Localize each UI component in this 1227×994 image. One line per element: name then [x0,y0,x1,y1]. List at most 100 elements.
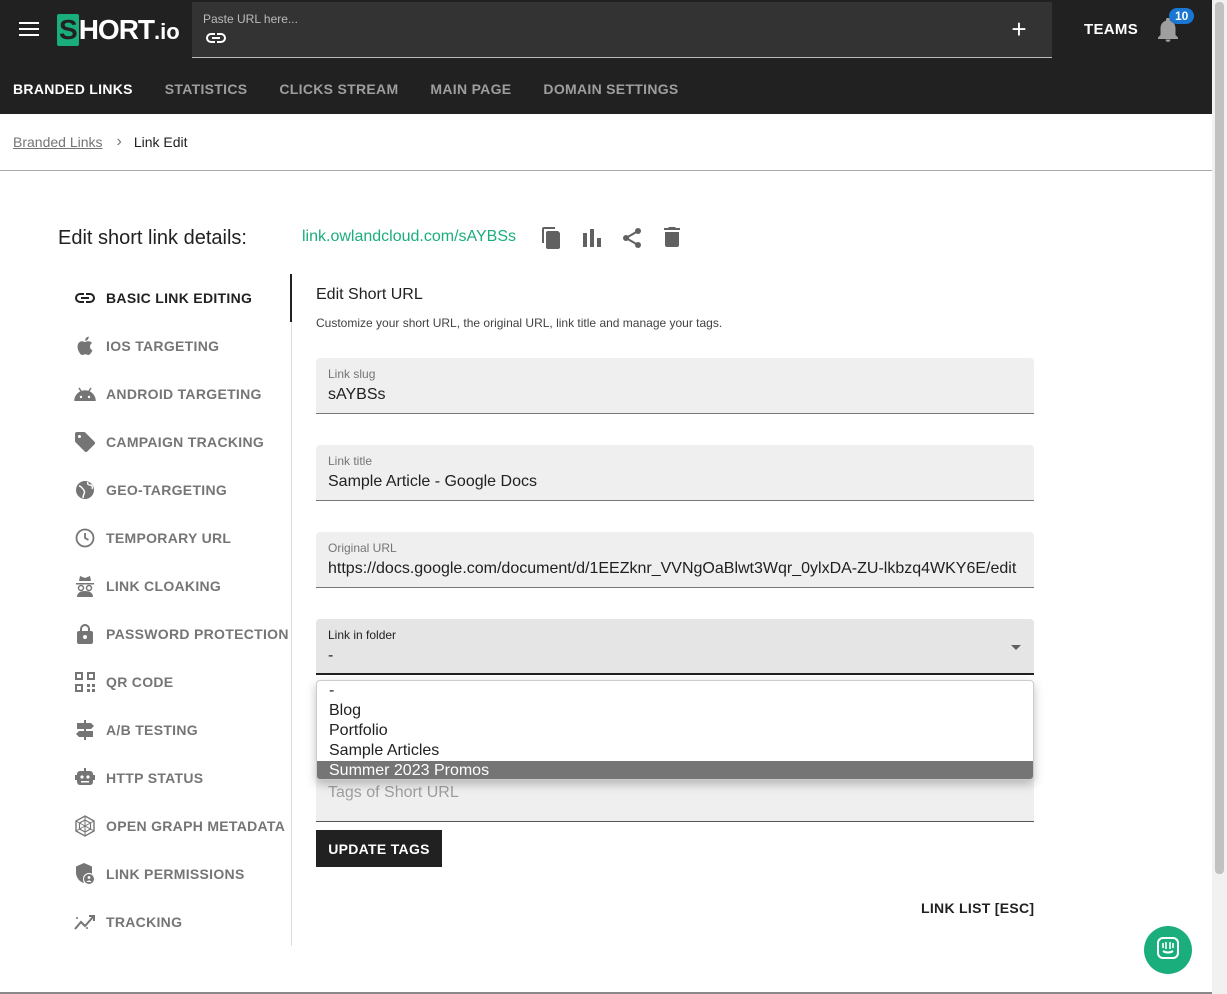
add-link-button[interactable]: + [1007,16,1031,42]
side-item-label: HTTP STATUS [106,770,204,786]
link-folder-select[interactable]: Link in folder - [316,619,1034,675]
side-item-temporary-url[interactable]: TEMPORARY URL [74,514,231,562]
side-item-label: TRACKING [106,914,183,930]
side-item-geo-targeting[interactable]: GEO-TARGETING [74,466,227,514]
link-folder-value[interactable]: - [328,647,1022,665]
tag-icon [74,431,96,453]
link-icon [74,287,96,309]
url-input[interactable] [203,12,503,26]
link-slug-value[interactable]: sAYBSs [328,386,1022,404]
side-item-label: ANDROID TARGETING [106,386,262,402]
link-title-value[interactable]: Sample Article - Google Docs [328,473,1022,491]
url-input-container[interactable]: + [192,2,1052,58]
share-icon[interactable] [622,227,642,254]
side-item-campaign-tracking[interactable]: CAMPAIGN TRACKING [74,418,264,466]
top-bar: SHORT.io + TEAMS 10 BRANDED LINKS STATIS… [0,0,1212,114]
logo-suffix: .io [154,19,180,44]
folder-option-highlighted[interactable]: Summer 2023 Promos [317,761,1033,779]
nav-tabs: BRANDED LINKS STATISTICS CLICKS STREAM M… [0,70,695,114]
side-item-ios-targeting[interactable]: IOS TARGETING [74,322,219,370]
notification-count-badge: 10 [1169,8,1195,24]
side-item-http-status[interactable]: HTTP STATUS [74,754,203,802]
side-item-label: TEMPORARY URL [106,530,232,546]
side-menu: BASIC LINK EDITING IOS TARGETING ANDROID… [58,274,292,946]
divider [0,170,1212,171]
page-title: Edit short link details: [58,227,247,249]
breadcrumb-branded-links[interactable]: Branded Links [13,134,103,150]
delete-icon[interactable] [664,227,680,252]
side-item-label: PASSWORD PROTECTION [106,626,289,642]
qr-code-icon [74,671,96,693]
side-item-password-protection[interactable]: PASSWORD PROTECTION [74,610,289,658]
scrollbar[interactable] [1212,0,1227,994]
menu-icon[interactable] [19,19,39,39]
folder-option[interactable]: Sample Articles [317,741,1033,761]
tab-branded-links[interactable]: BRANDED LINKS [0,70,149,114]
folder-option[interactable]: Portfolio [317,721,1033,741]
side-item-label: IOS TARGETING [106,338,220,354]
form-description: Customize your short URL, the original U… [316,316,723,330]
side-item-label: CAMPAIGN TRACKING [106,434,265,450]
logo[interactable]: SHORT.io [57,14,180,46]
folder-option[interactable]: Blog [317,701,1033,721]
tab-domain-settings[interactable]: DOMAIN SETTINGS [527,70,694,114]
side-item-label: BASIC LINK EDITING [106,290,253,306]
robot-icon [74,767,96,789]
side-item-label: OPEN GRAPH METADATA [106,818,286,834]
side-item-label: LINK PERMISSIONS [106,866,245,882]
logo-text: HORT [78,14,155,45]
short-link[interactable]: link.owlandcloud.com/sAYBSs [302,228,516,246]
link-folder-label: Link in folder [328,628,397,642]
tab-main-page[interactable]: MAIN PAGE [414,70,527,114]
folder-option[interactable]: - [317,681,1033,701]
chevron-right-icon: › [116,133,122,150]
android-icon [74,383,96,405]
trending-icon [74,911,96,933]
page: SHORT.io + TEAMS 10 BRANDED LINKS STATIS… [0,0,1227,994]
teams-button[interactable]: TEAMS [1084,21,1138,38]
breadcrumb: Branded Links › Link Edit [13,133,188,151]
scrollbar-thumb[interactable] [1215,2,1224,874]
caret-down-icon[interactable] [1011,645,1021,650]
web-icon [74,815,96,837]
side-item-label: A/B TESTING [106,722,198,738]
clock-icon [74,527,96,549]
side-item-tracking[interactable]: TRACKING [74,898,182,946]
side-item-label: GEO-TARGETING [106,482,228,498]
spy-icon [74,575,96,597]
link-list-button[interactable]: LINK LIST [ESC] [921,900,1034,916]
original-url-label: Original URL [328,541,397,555]
update-tags-button[interactable]: UPDATE TAGS [316,830,442,867]
link-icon [206,31,226,49]
chat-icon [1156,936,1180,965]
signpost-icon [74,719,96,741]
original-url-value[interactable]: https://docs.google.com/document/d/1EEZk… [328,560,1022,578]
lock-icon [74,623,96,645]
globe-icon [74,479,96,501]
apple-icon [74,335,96,357]
chat-launcher-button[interactable] [1144,926,1192,974]
link-slug-field[interactable]: Link slug sAYBSs [316,358,1034,414]
copy-icon[interactable] [542,227,562,254]
tags-input[interactable] [328,784,1018,802]
side-item-android-targeting[interactable]: ANDROID TARGETING [74,370,262,418]
active-indicator [290,274,292,322]
form-title: Edit Short URL [316,286,423,303]
bar-chart-icon[interactable] [583,229,601,252]
link-slug-label: Link slug [328,367,376,381]
side-item-label: LINK CLOAKING [106,578,222,594]
tab-clicks-stream[interactable]: CLICKS STREAM [263,70,414,114]
side-item-label: QR CODE [106,674,174,690]
tab-statistics[interactable]: STATISTICS [149,70,264,114]
link-title-field[interactable]: Link title Sample Article - Google Docs [316,445,1034,501]
side-item-ab-testing[interactable]: A/B TESTING [74,706,198,754]
side-item-link-cloaking[interactable]: LINK CLOAKING [74,562,221,610]
side-item-link-permissions[interactable]: LINK PERMISSIONS [74,850,245,898]
original-url-field[interactable]: Original URL https://docs.google.com/doc… [316,532,1034,588]
side-item-open-graph-metadata[interactable]: OPEN GRAPH METADATA [74,802,285,850]
side-item-basic-link-editing[interactable]: BASIC LINK EDITING [74,274,252,322]
link-title-label: Link title [328,454,373,468]
folder-dropdown-list: - Blog Portfolio Sample Articles Summer … [316,680,1034,780]
breadcrumb-current: Link Edit [133,134,188,150]
side-item-qr-code[interactable]: QR CODE [74,658,173,706]
